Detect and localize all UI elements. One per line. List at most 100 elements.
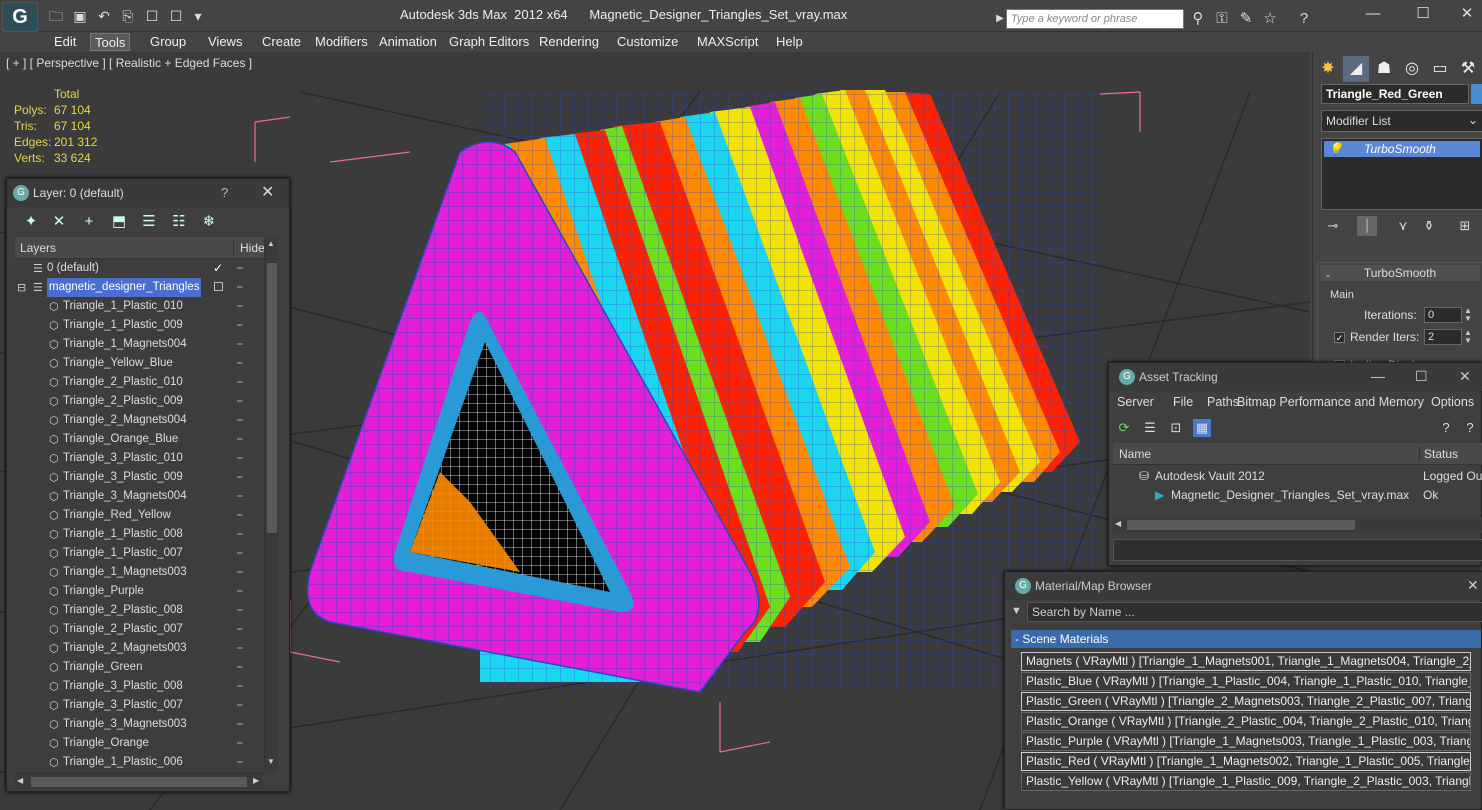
new-file-icon[interactable]: 🗀 xyxy=(48,8,64,24)
configure-sets-icon[interactable]: ⊞ xyxy=(1455,216,1475,236)
utilities-tab-icon[interactable]: ⚒ xyxy=(1455,56,1481,82)
remove-modifier-icon[interactable]: ⚱ xyxy=(1419,216,1439,236)
asset-horizontal-scrollbar[interactable]: ◀ xyxy=(1113,517,1482,533)
hierarchy-tab-icon[interactable]: ☗ xyxy=(1371,56,1397,82)
key-icon[interactable]: ⚿ xyxy=(1212,9,1232,29)
menu-help[interactable]: Help xyxy=(772,33,807,51)
menu-rendering[interactable]: Rendering xyxy=(535,33,603,51)
hide-toggle[interactable]: ⎯ xyxy=(237,392,251,411)
display-tab-icon[interactable]: ▭ xyxy=(1427,56,1453,82)
hide-toggle[interactable]: ⎯ xyxy=(237,430,251,449)
freeze-all-icon[interactable]: ❄ xyxy=(199,212,219,232)
hide-toggle[interactable]: ⎯ xyxy=(237,677,251,696)
menu-create[interactable]: Create xyxy=(258,33,305,51)
hide-all-icon[interactable]: ☷ xyxy=(169,212,189,232)
material-row[interactable]: Plastic_Yellow ( VRayMtl ) [Triangle_1_P… xyxy=(1021,772,1471,791)
fetch-icon[interactable]: ☐ xyxy=(144,8,160,24)
highlight-layer-icon[interactable]: ☰ xyxy=(139,212,159,232)
hide-toggle[interactable]: ⎯ xyxy=(237,449,251,468)
menu-modifiers[interactable]: Modifiers xyxy=(311,33,372,51)
collapse-icon[interactable]: ⊟ xyxy=(17,279,29,294)
hide-toggle[interactable]: ⎯ xyxy=(237,620,251,639)
hide-toggle[interactable]: ⎯ xyxy=(237,525,251,544)
scroll-left-icon[interactable]: ◀ xyxy=(17,776,23,785)
scroll-left-icon[interactable]: ◀ xyxy=(1115,519,1121,528)
layer-row[interactable]: ⬡ Triangle_3_Plastic_008 ⎯ xyxy=(15,677,263,696)
asset-menu-options[interactable]: Options xyxy=(1431,395,1474,409)
save-icon[interactable]: ▣ xyxy=(72,8,88,24)
material-row[interactable]: Plastic_Green ( VRayMtl ) [Triangle_2_Ma… xyxy=(1021,692,1471,711)
material-row[interactable]: Plastic_Purple ( VRayMtl ) [Triangle_1_M… xyxy=(1021,732,1471,751)
iterations-spinner[interactable]: 0 xyxy=(1424,307,1462,323)
scroll-right-icon[interactable]: ▶ xyxy=(253,776,259,785)
layer-row[interactable]: ☰ 0 (default) ✓ ⎯ xyxy=(15,259,263,278)
layer-row[interactable]: ⬡ Triangle_1_Plastic_009 ⎯ xyxy=(15,316,263,335)
hide-toggle[interactable]: ⎯ xyxy=(237,601,251,620)
hide-toggle[interactable]: ⎯ xyxy=(237,335,251,354)
viewport-label[interactable]: [ + ] [ Perspective ] [ Realistic + Edge… xyxy=(6,56,252,70)
menu-customize[interactable]: Customize xyxy=(613,33,682,51)
layer-row[interactable]: ⬡ Triangle_2_Magnets004 ⎯ xyxy=(15,411,263,430)
material-search-input[interactable]: Search by Name ... xyxy=(1027,602,1482,622)
object-color-swatch[interactable] xyxy=(1471,84,1482,104)
layer-row[interactable]: ⬡ Triangle_2_Plastic_007 ⎯ xyxy=(15,620,263,639)
layer-list-horizontal-scrollbar[interactable]: ◀ ▶ xyxy=(15,773,263,789)
info-icon[interactable]: ? xyxy=(1461,419,1479,437)
list-view-icon[interactable]: ☰ xyxy=(1141,419,1159,437)
show-end-result-icon[interactable]: ⏐ xyxy=(1357,216,1377,236)
material-browser-title-bar[interactable]: G Material/Map Browser ✕ xyxy=(1005,572,1482,600)
hide-toggle[interactable]: ⎯ xyxy=(237,468,251,487)
hide-toggle[interactable]: ⎯ xyxy=(237,734,251,753)
select-objects-icon[interactable]: ⬒ xyxy=(109,212,129,232)
hide-toggle[interactable]: ⎯ xyxy=(237,259,251,278)
quick-access-dropdown-icon[interactable]: ▾ xyxy=(190,8,206,24)
layer-list-vertical-scrollbar[interactable]: ▲ ▼ xyxy=(264,237,278,773)
object-name-field[interactable]: Triangle_Red_Green xyxy=(1321,84,1469,104)
add-to-layer-icon[interactable]: + xyxy=(79,212,99,232)
layer-row[interactable]: ⬡ Triangle_3_Plastic_010 ⎯ xyxy=(15,449,263,468)
app-logo-icon[interactable]: G xyxy=(2,2,38,32)
layer-row[interactable]: ⬡ Triangle_1_Magnets004 ⎯ xyxy=(15,335,263,354)
make-unique-icon[interactable]: ⋎ xyxy=(1393,216,1413,236)
make-current-icon[interactable]: ☐ xyxy=(213,278,224,297)
layer-row[interactable]: ⬡ Triangle_Yellow_Blue ⎯ xyxy=(15,354,263,373)
pin-stack-icon[interactable]: ⊸ xyxy=(1323,216,1343,236)
project-icon[interactable]: ☐ xyxy=(168,8,184,24)
layer-row[interactable]: ⬡ Triangle_Orange ⎯ xyxy=(15,734,263,753)
delete-layer-icon[interactable]: ✕ xyxy=(49,212,69,232)
material-row[interactable]: Plastic_Red ( VRayMtl ) [Triangle_1_Magn… xyxy=(1021,752,1471,771)
binoculars-icon[interactable]: ⚲ xyxy=(1188,9,1208,29)
layer-row[interactable]: ⬡ Triangle_1_Plastic_008 ⎯ xyxy=(15,525,263,544)
menu-views[interactable]: Views xyxy=(204,33,246,51)
thumbnail-view-icon[interactable]: ⊡ xyxy=(1167,419,1185,437)
hide-toggle[interactable]: ⎯ xyxy=(237,753,251,772)
minimize-button[interactable]: — xyxy=(1371,368,1385,384)
render-iters-checkbox[interactable]: ✓ xyxy=(1334,330,1349,344)
undo-icon[interactable]: ↶ xyxy=(96,8,112,24)
options-dropdown-icon[interactable]: ▼ xyxy=(1011,605,1022,617)
scroll-down-icon[interactable]: ▼ xyxy=(267,757,275,766)
layer-panel-title-bar[interactable]: G Layer: 0 (default) ? ✕ xyxy=(7,179,289,207)
layer-row[interactable]: ⬡ Triangle_1_Plastic_006 ⎯ xyxy=(15,753,263,772)
scene-materials-group[interactable]: - Scene Materials xyxy=(1011,630,1481,648)
layer-row[interactable]: ⬡ Triangle_Orange_Blue ⎯ xyxy=(15,430,263,449)
asset-menu-paths[interactable]: Paths xyxy=(1207,395,1239,409)
create-layer-icon[interactable]: ✦ xyxy=(21,212,41,232)
hide-toggle[interactable]: ⎯ xyxy=(237,373,251,392)
close-button[interactable]: ✕ xyxy=(1452,4,1482,24)
help-search-input[interactable]: Type a keyword or phrase xyxy=(1006,9,1184,29)
hide-toggle[interactable]: ⎯ xyxy=(237,544,251,563)
layer-row[interactable]: ⬡ Triangle_Purple ⎯ xyxy=(15,582,263,601)
current-layer-check-icon[interactable]: ✓ xyxy=(213,259,223,278)
asset-path-field[interactable] xyxy=(1113,539,1482,561)
layer-row[interactable]: ⬡ Triangle_2_Plastic_008 ⎯ xyxy=(15,601,263,620)
hide-toggle[interactable]: ⎯ xyxy=(237,658,251,677)
table-view-icon[interactable]: ▦ xyxy=(1193,419,1211,437)
asset-row[interactable]: ▶ Magnetic_Designer_Triangles_Set_vray.m… xyxy=(1113,486,1482,505)
hide-toggle[interactable]: ⎯ xyxy=(237,354,251,373)
maximize-button[interactable]: ☐ xyxy=(1408,4,1438,24)
minimize-button[interactable]: — xyxy=(1358,4,1388,24)
layer-row[interactable]: ⬡ Triangle_Red_Yellow ⎯ xyxy=(15,506,263,525)
column-name[interactable]: Name xyxy=(1119,447,1151,461)
layer-row[interactable]: ⬡ Triangle_3_Magnets004 ⎯ xyxy=(15,487,263,506)
